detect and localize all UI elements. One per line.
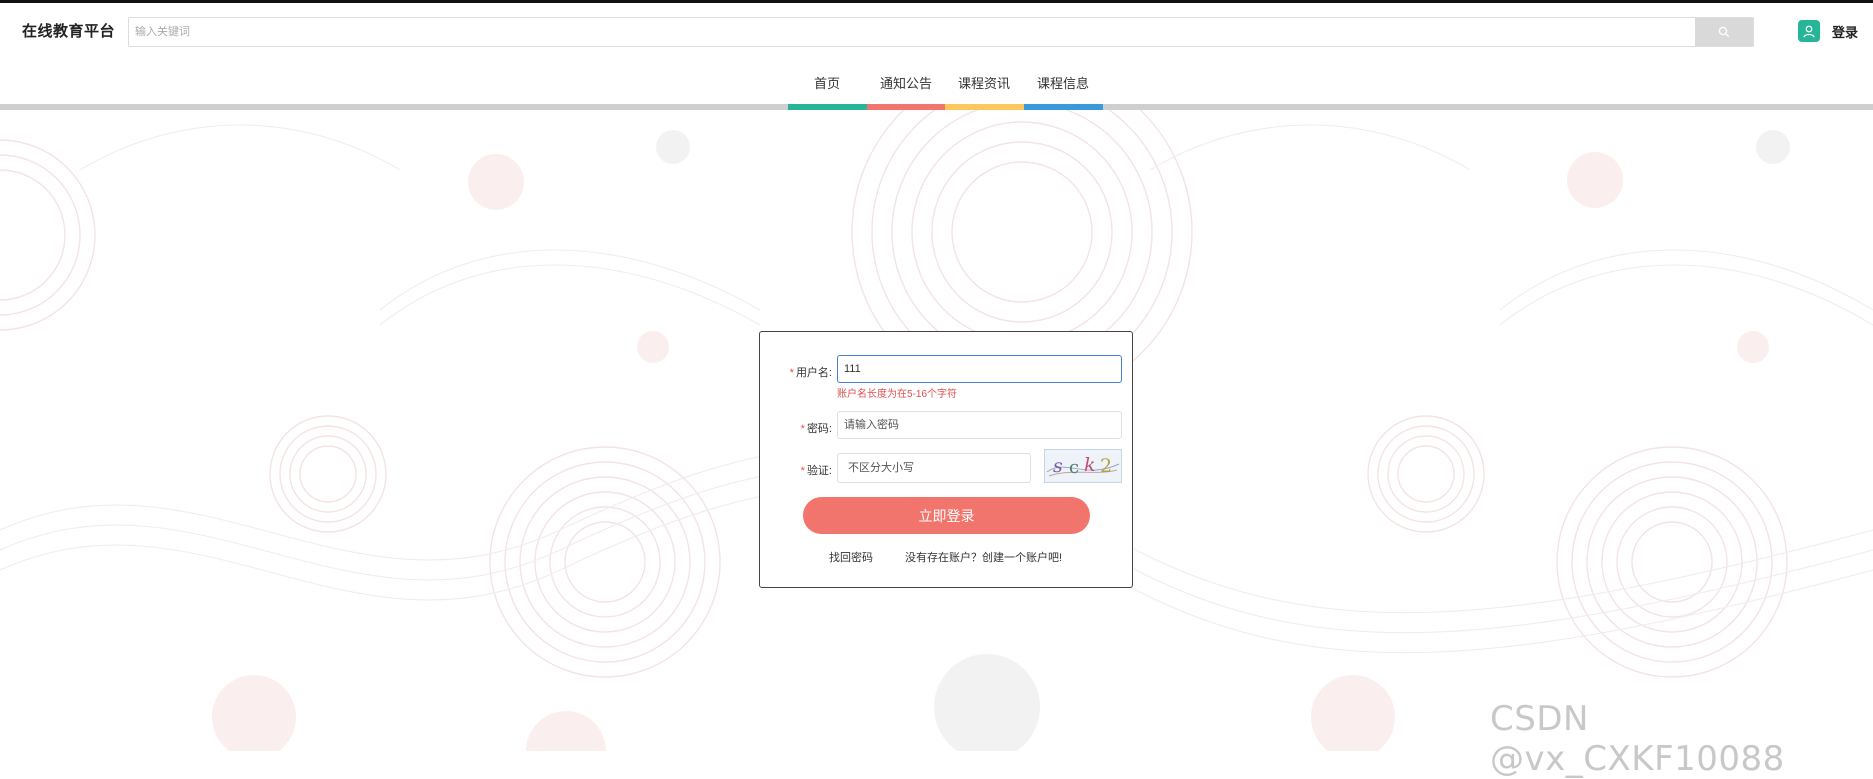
nav-item-course-news[interactable]: 课程资讯 [945,73,1023,92]
login-submit-button[interactable]: 立即登录 [803,497,1090,534]
password-input[interactable] [838,412,1121,438]
main-nav: 首页 通知公告 课程资讯 课程信息 [0,55,1873,105]
password-label: * 密码: [800,423,832,435]
captcha-char-4: 2 [1100,455,1112,477]
header: 在线教育平台 登录 [0,3,1873,55]
username-input[interactable] [838,356,1121,382]
captcha-char-2: c [1069,457,1079,478]
login-form: *用户名: 账户名长度为在5-16个字符 *密码: *验证: s c k 2 立… [759,331,1133,588]
search-input[interactable] [129,18,1699,46]
search-box [128,17,1754,47]
nav-item-course-info[interactable]: 课程信息 [1024,73,1102,92]
nav-item-notice[interactable]: 通知公告 [867,73,945,92]
login-link[interactable]: 登录 [1798,18,1858,44]
captcha-graphic: s c k 2 [1046,454,1120,478]
username-error-message: 账户名长度为在5-16个字符 [837,389,958,400]
search-icon [1718,26,1730,38]
captcha-char-1: s [1053,455,1063,477]
user-icon [1798,20,1820,42]
login-label: 登录 [1832,24,1859,40]
password-field-wrapper [837,411,1122,439]
forgot-password-link[interactable]: 找回密码 [829,549,873,565]
captcha-char-3: k [1084,454,1096,476]
watermark-text: CSDN @vx_CXKF10088 [1490,699,1785,779]
captcha-input[interactable] [838,454,1030,482]
register-link[interactable]: 没有存在账户？创建一个账户吧! [905,549,1062,565]
brand-title: 在线教育平台 [22,23,116,40]
username-field-wrapper [837,355,1122,383]
search-button[interactable] [1695,18,1753,46]
nav-item-home[interactable]: 首页 [788,73,866,92]
username-label: * 用户名: [789,367,832,379]
captcha-label: * 验证: [800,465,832,477]
captcha-field-wrapper [837,453,1031,483]
captcha-image[interactable]: s c k 2 [1044,449,1122,483]
